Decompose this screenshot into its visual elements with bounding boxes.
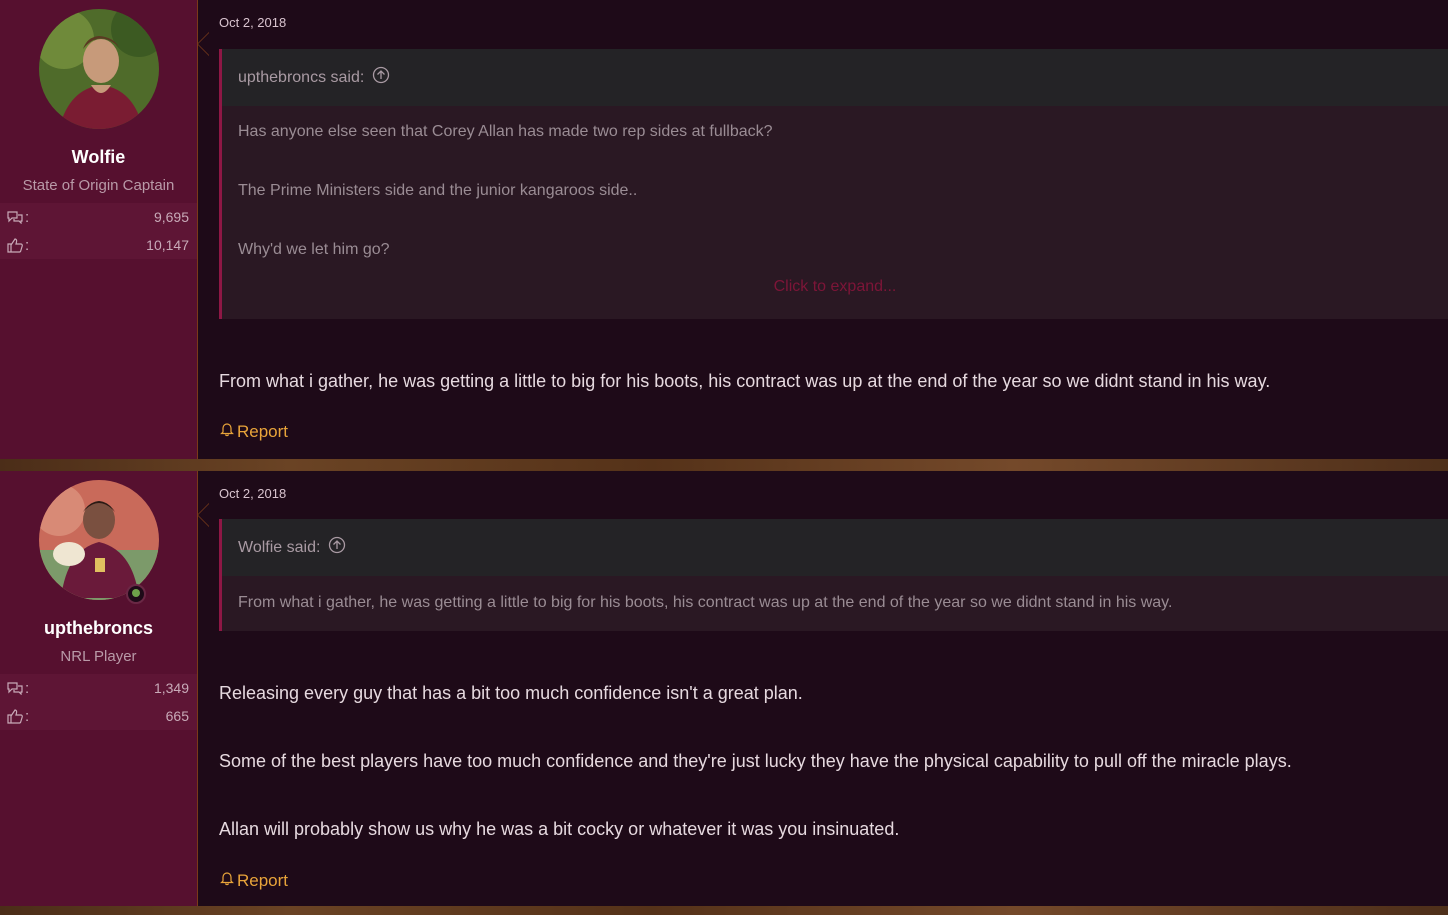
post-separator bbox=[0, 459, 1448, 471]
post-date[interactable]: Oct 2, 2018 bbox=[219, 15, 286, 30]
messages-stat: : 1,349 bbox=[0, 674, 197, 702]
arrow-up-circle-icon[interactable] bbox=[372, 66, 390, 89]
quote-header[interactable]: upthebroncs said: bbox=[222, 49, 1448, 106]
bell-icon bbox=[219, 421, 235, 442]
username[interactable]: Wolfie bbox=[0, 147, 197, 169]
reactions-count: 10,147 bbox=[146, 237, 189, 253]
quote-author: Wolfie said: bbox=[238, 538, 321, 556]
user-panel: Wolfie State of Origin Captain : 9,695 :… bbox=[0, 0, 209, 459]
bell-icon bbox=[219, 870, 235, 891]
reactions-count: 665 bbox=[165, 708, 189, 724]
messages-count: 1,349 bbox=[153, 680, 189, 696]
post: upthebroncs NRL Player : 1,349 : 665 Oct… bbox=[0, 471, 1448, 906]
arrow-up-circle-icon[interactable] bbox=[328, 536, 346, 559]
quote-block: Wolfie said: From what i gather, he was … bbox=[219, 519, 1448, 631]
user-title: NRL Player bbox=[60, 648, 137, 665]
user-panel: upthebroncs NRL Player : 1,349 : 665 bbox=[0, 471, 209, 906]
thumbs-up-icon: : bbox=[6, 708, 29, 725]
quote-block: upthebroncs said: Has anyone else seen t… bbox=[219, 49, 1448, 319]
messages-icon: : bbox=[6, 680, 29, 697]
avatar[interactable] bbox=[38, 9, 159, 129]
avatar[interactable] bbox=[38, 480, 159, 604]
messages-stat: : 9,695 bbox=[0, 203, 197, 231]
username[interactable]: upthebroncs bbox=[0, 618, 197, 640]
quote-line: The Prime Ministers side and the junior … bbox=[238, 182, 638, 199]
post-main: Oct 2, 2018 Wolfie said: From what i gat… bbox=[198, 471, 1448, 906]
post-date[interactable]: Oct 2, 2018 bbox=[219, 486, 286, 501]
post-main: Oct 2, 2018 upthebroncs said: Has anyone… bbox=[198, 0, 1448, 459]
quote-line: From what i gather, he was getting a lit… bbox=[238, 594, 1173, 611]
quote-line: Has anyone else seen that Corey Allan ha… bbox=[238, 123, 773, 140]
thumbs-up-icon: : bbox=[6, 237, 29, 254]
post-body-text: Allan will probably show us why he was a… bbox=[219, 819, 900, 839]
messages-count: 9,695 bbox=[153, 209, 189, 225]
quote-line: Why'd we let him go? bbox=[238, 241, 390, 258]
online-status-indicator bbox=[125, 584, 146, 604]
reactions-stat: : 665 bbox=[0, 702, 197, 730]
messages-icon: : bbox=[6, 209, 29, 226]
click-to-expand[interactable]: Click to expand... bbox=[238, 259, 1432, 296]
post-body-text: Releasing every guy that has a bit too m… bbox=[219, 683, 803, 703]
report-link[interactable]: Report bbox=[219, 421, 288, 442]
reactions-stat: : 10,147 bbox=[0, 231, 197, 259]
user-title: State of Origin Captain bbox=[22, 177, 175, 194]
post: Wolfie State of Origin Captain : 9,695 :… bbox=[0, 0, 1448, 459]
post-separator bbox=[0, 906, 1448, 915]
quote-author: upthebroncs said: bbox=[238, 68, 365, 86]
quote-body: From what i gather, he was getting a lit… bbox=[222, 576, 1448, 612]
quote-body: Has anyone else seen that Corey Allan ha… bbox=[222, 106, 1448, 296]
post-body-text: Some of the best players have too much c… bbox=[219, 751, 1292, 771]
post-body-text: From what i gather, he was getting a lit… bbox=[219, 371, 1271, 391]
quote-header[interactable]: Wolfie said: bbox=[222, 519, 1448, 576]
report-link[interactable]: Report bbox=[219, 870, 288, 891]
